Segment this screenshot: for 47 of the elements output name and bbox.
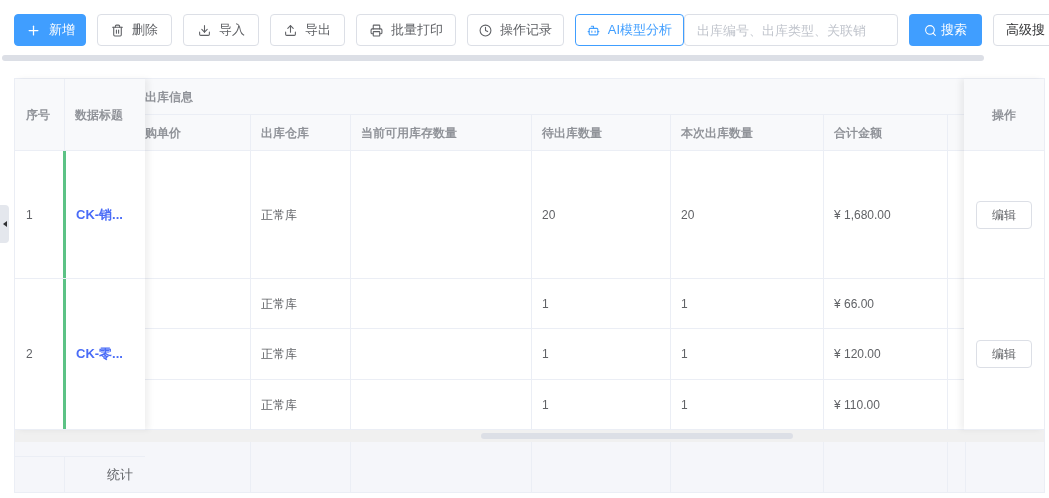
caret-icon [2, 221, 7, 227]
advanced-search-button[interactable]: 高级搜 [993, 14, 1049, 46]
header-cell: 操作 [964, 79, 1044, 151]
toolbar-button[interactable]: 删除 [97, 14, 172, 46]
print-icon [369, 23, 383, 37]
table-cell-text: 20 [542, 206, 556, 224]
header-cell-text: 数据标题 [74, 106, 124, 124]
toolbar-button[interactable]: 导出 [270, 14, 345, 46]
add-icon [25, 22, 41, 38]
header-cell: 当前可用库存数量 [351, 115, 532, 150]
header-cell: 购单价 [145, 115, 251, 150]
table-cell-text: 1 [681, 346, 688, 363]
header-cell: 出库信息 [145, 79, 964, 115]
edit-button[interactable]: 编辑 [976, 340, 1032, 368]
header-cell: 待出库数量 [532, 115, 671, 150]
toolbar-button[interactable]: 操作记录 [467, 14, 564, 46]
header-cell: 序号 [15, 79, 65, 150]
table-cell-text: 正常库 [261, 206, 297, 224]
table-cell-text: 1 [542, 346, 549, 363]
table-cell-text: 2 [25, 346, 34, 363]
table-cell-text: 1 [25, 206, 34, 224]
table-cell-text: 20 [681, 206, 695, 224]
table-cell-text: 正常库 [261, 295, 297, 313]
table-cell-text: 1 [681, 396, 688, 414]
toolbar-button[interactable]: 导入 [183, 14, 259, 46]
toolbar-button[interactable]: 批量打印 [356, 14, 456, 46]
table-cell-text: ¥ 66.00 [834, 295, 875, 313]
table-cell-text: 1 [681, 295, 688, 313]
header-cell: 合计金额 [824, 115, 948, 150]
title-link[interactable]: CK-零... [66, 279, 145, 429]
search-icon [924, 23, 937, 37]
summary-label: 统计 [107, 465, 133, 484]
table-cell-text: ¥ 1,680.00 [834, 206, 891, 224]
search-field[interactable]: 出库编号、出库类型、关联销 [684, 14, 898, 46]
delete-icon [111, 23, 124, 37]
table-cell-text: ¥ 110.00 [834, 396, 880, 414]
table-cell-text: 1 [542, 295, 549, 313]
table-cell-text: ¥ 120.00 [834, 346, 881, 363]
edit-button[interactable]: 编辑 [976, 200, 1032, 229]
table-cell-text: 正常库 [261, 346, 297, 363]
collapse-handle[interactable] [0, 205, 9, 243]
title-link[interactable]: CK-销... [66, 151, 145, 278]
header-cell: 出库仓库 [251, 115, 351, 150]
table-cell-text: 正常库 [261, 396, 297, 414]
header-cell: 本次出库数量 [671, 115, 824, 150]
toolbar-scrollbar[interactable] [2, 55, 984, 61]
table-cell-text: 1 [542, 396, 549, 414]
